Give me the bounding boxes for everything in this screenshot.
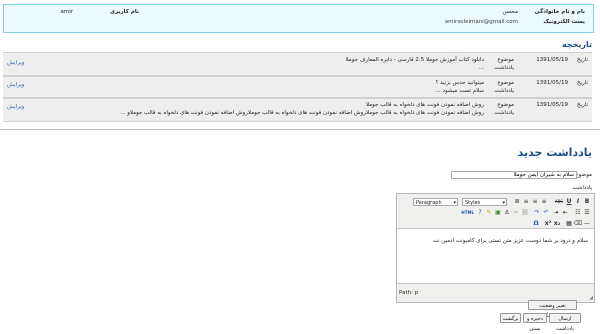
subscript-icon[interactable]: x₂ bbox=[553, 220, 561, 228]
email-label: پست الکترونیک bbox=[543, 19, 585, 25]
special-char-icon[interactable]: Ω bbox=[532, 220, 540, 228]
subject-input[interactable] bbox=[451, 171, 577, 179]
back-button[interactable]: برگشت bbox=[500, 313, 521, 323]
history-row: تاریخ 1391/05/19 موضوع یادداشت میتوانید … bbox=[3, 76, 592, 98]
numbered-list-icon[interactable]: ☷ bbox=[574, 209, 582, 217]
outdent-icon[interactable]: ⇤ bbox=[561, 209, 569, 217]
help-icon[interactable]: ? bbox=[476, 209, 484, 217]
note-label: یادداشت bbox=[494, 65, 514, 71]
unlink-icon[interactable]: ✂ bbox=[512, 209, 520, 217]
chevron-down-icon: ▾ bbox=[502, 200, 505, 206]
editor-path: Path: p bbox=[399, 290, 419, 296]
date-label: تاریخ bbox=[577, 102, 588, 108]
username-value: amir bbox=[60, 9, 73, 15]
cleanup-icon[interactable]: ✎ bbox=[485, 209, 493, 217]
subject-value: میتوانید حدس بزنید ؟ bbox=[435, 80, 484, 86]
align-justify-icon[interactable]: ≣ bbox=[513, 198, 521, 206]
note-label: یادداشت bbox=[494, 110, 514, 116]
date-label: تاریخ bbox=[577, 80, 588, 86]
format-select[interactable]: Paragraph ▾ bbox=[413, 198, 458, 206]
horizontal-rule-icon[interactable]: — bbox=[583, 220, 591, 228]
editor-content-area[interactable]: سلام و درود بر شما دوست عزیز متن تستی بر… bbox=[397, 228, 594, 284]
note-value: روش اضافه نمودن فونت های دلخواه به قالب … bbox=[120, 110, 484, 116]
indent-icon[interactable]: ⇥ bbox=[552, 209, 560, 217]
styles-select[interactable]: Styles ▾ bbox=[462, 198, 507, 206]
date-label: تاریخ bbox=[577, 57, 588, 63]
note-label: یادداشت bbox=[572, 185, 592, 191]
redo-icon[interactable]: ↷ bbox=[533, 209, 541, 217]
html-icon[interactable]: HTML bbox=[461, 209, 474, 217]
name-label: نام و نام خانوادگی bbox=[534, 9, 586, 15]
history-title: تاریخچه bbox=[562, 40, 592, 49]
visual-aid-icon[interactable]: ▦ bbox=[565, 220, 573, 228]
chevron-down-icon: ▾ bbox=[453, 200, 456, 206]
format-select-value: Paragraph bbox=[416, 200, 442, 206]
link-icon[interactable]: ⛓ bbox=[521, 209, 529, 217]
subject-label: موضوع bbox=[575, 172, 592, 178]
italic-icon[interactable]: I bbox=[574, 198, 582, 206]
editor-body-text: سلام و درود بر شما دوست عزیز متن تستی بر… bbox=[432, 238, 588, 244]
divider bbox=[0, 129, 600, 130]
username-label: نام کاربری bbox=[109, 9, 139, 15]
date-value: 1391/05/19 bbox=[536, 80, 568, 86]
subject-label: موضوع bbox=[497, 80, 514, 86]
bullet-list-icon[interactable]: ☰ bbox=[583, 209, 591, 217]
strikethrough-icon[interactable]: ABC bbox=[554, 198, 564, 206]
new-note-title: یادداشت جدید bbox=[517, 146, 592, 159]
name-value: محسن bbox=[502, 9, 518, 15]
save-close-button[interactable]: ذخیره و بستن bbox=[523, 313, 547, 332]
note-label: یادداشت bbox=[494, 88, 514, 94]
note-value: سلام تست میشود ... bbox=[435, 88, 484, 94]
underline-icon[interactable]: U bbox=[565, 198, 573, 206]
image-icon[interactable]: ▣ bbox=[494, 209, 502, 217]
anchor-icon[interactable]: ⚓ bbox=[503, 209, 511, 217]
resize-handle-icon[interactable]: ◢ bbox=[588, 296, 593, 301]
subject-label: موضوع bbox=[497, 57, 514, 63]
date-value: 1391/05/19 bbox=[536, 57, 568, 63]
send-note-button[interactable]: ارسال یادداشت bbox=[549, 313, 581, 332]
note-value: ... bbox=[478, 65, 484, 71]
history-row: تاریخ 1391/05/19 موضوع یادداشت دانلود کت… bbox=[3, 52, 592, 76]
subject-value: روش اضافه نمودن فونت های دلخواه به قالب … bbox=[365, 102, 484, 108]
subject-label: موضوع bbox=[497, 102, 514, 108]
edit-link[interactable]: ویرایش bbox=[7, 104, 24, 111]
subject-value: دانلود کتاب آموزش جوملا 2.5 فارسی - دایر… bbox=[345, 57, 485, 63]
align-left-icon[interactable]: ≡ bbox=[540, 198, 548, 206]
edit-link[interactable]: ویرایش bbox=[7, 60, 24, 67]
bold-icon[interactable]: B bbox=[583, 198, 591, 206]
align-center-icon[interactable]: ≡ bbox=[531, 198, 539, 206]
remove-format-icon[interactable]: ⌫ bbox=[574, 220, 582, 228]
email-value: amirsoleimani@gmail.com bbox=[444, 19, 518, 25]
undo-icon[interactable]: ↶ bbox=[542, 209, 550, 217]
edit-link[interactable]: ویرایش bbox=[7, 82, 24, 89]
toggle-editor-button[interactable]: تغییر وضعیت ویرایشگر bbox=[528, 300, 577, 319]
rich-text-editor: B I U ABC ≡ ≡ ≡ ≣ Styles ▾ Paragraph ▾ ☰ ☷… bbox=[396, 193, 595, 303]
user-info-box: نام و نام خانوادگی محسن نام کاربری amir … bbox=[3, 4, 594, 33]
superscript-icon[interactable]: x² bbox=[544, 220, 552, 228]
align-right-icon[interactable]: ≡ bbox=[522, 198, 530, 206]
styles-select-value: Styles bbox=[465, 200, 481, 206]
history-row: تاریخ 1391/05/19 موضوع یادداشت روش اضافه… bbox=[3, 98, 592, 122]
date-value: 1391/05/19 bbox=[536, 102, 568, 108]
